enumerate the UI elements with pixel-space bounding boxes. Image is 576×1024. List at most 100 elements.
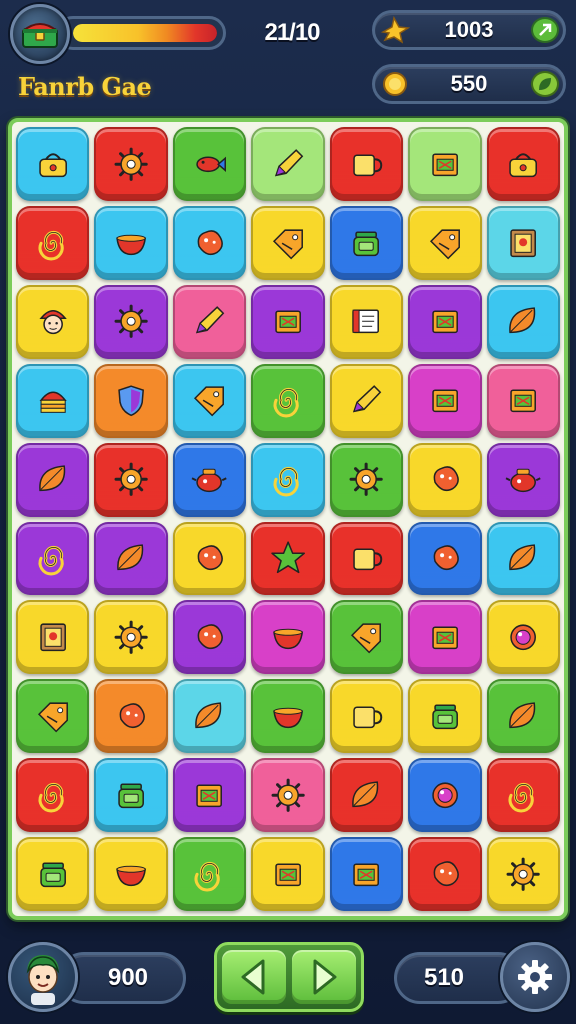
tile-mug[interactable] <box>329 679 404 754</box>
tile-box[interactable] <box>486 363 560 438</box>
tile-tag[interactable] <box>408 205 482 280</box>
tile-bowl[interactable] <box>94 205 168 280</box>
tile-bowl[interactable] <box>94 837 168 911</box>
bowl-icon <box>273 628 303 650</box>
tile-leaf[interactable] <box>486 284 560 359</box>
tile-gear[interactable] <box>251 758 325 833</box>
tile-face[interactable] <box>16 284 90 359</box>
tile-gear[interactable] <box>94 127 168 201</box>
tile-leaf[interactable] <box>94 521 168 596</box>
blob-icon <box>119 703 145 729</box>
tile-blob[interactable] <box>172 205 247 280</box>
tile-blob[interactable] <box>408 442 482 517</box>
tile-frame[interactable] <box>16 600 90 675</box>
tile-swirl[interactable] <box>16 758 90 833</box>
tile-box[interactable] <box>408 127 482 201</box>
tile-gear[interactable] <box>94 600 168 675</box>
tile-leaf[interactable] <box>16 442 90 517</box>
tile-box[interactable] <box>172 758 247 833</box>
tile-jar[interactable] <box>16 837 90 911</box>
blob-icon <box>198 624 224 650</box>
score-pill: 1003 <box>372 10 566 50</box>
swirl-icon <box>273 388 299 418</box>
tile-swirl[interactable] <box>172 837 247 911</box>
tile-cake[interactable] <box>16 363 90 438</box>
tile-leaf[interactable] <box>486 679 560 754</box>
tile-bag[interactable] <box>486 127 560 201</box>
tile-blob[interactable] <box>408 837 482 911</box>
nav-arrows <box>214 942 364 1012</box>
tile-swirl[interactable] <box>16 205 90 280</box>
tile-gear[interactable] <box>94 442 168 517</box>
leaf-icon <box>509 702 536 729</box>
swirl-icon <box>508 782 534 813</box>
tile-gear[interactable] <box>486 837 560 911</box>
gear-icon <box>518 960 552 994</box>
tile-leaf[interactable] <box>486 521 560 596</box>
tile-box[interactable] <box>408 284 482 359</box>
tile-swirl[interactable] <box>486 758 560 833</box>
tile-blob[interactable] <box>408 521 482 596</box>
tile-jar[interactable] <box>408 679 482 754</box>
tile-bag[interactable] <box>16 127 90 201</box>
leaf-icon <box>117 544 144 571</box>
tile-tag[interactable] <box>251 205 325 280</box>
tile-pencil[interactable] <box>251 127 325 201</box>
tile-blob[interactable] <box>172 600 247 675</box>
tile-swirl[interactable] <box>251 363 325 438</box>
box-icon <box>432 626 458 650</box>
tile-star[interactable] <box>251 521 325 596</box>
tile-bowl[interactable] <box>251 600 325 675</box>
tile-jar[interactable] <box>94 758 168 833</box>
tile-bowl[interactable] <box>251 679 325 754</box>
tile-jar[interactable] <box>329 205 404 280</box>
tile-pot[interactable] <box>172 442 247 517</box>
tile-tag[interactable] <box>172 363 247 438</box>
prev-button[interactable] <box>222 950 286 1004</box>
tile-ring[interactable] <box>486 600 560 675</box>
tile-book[interactable] <box>329 284 404 359</box>
tile-mug[interactable] <box>329 127 404 201</box>
pencil-icon <box>274 148 304 177</box>
tile-gear[interactable] <box>94 284 168 359</box>
tile-pencil[interactable] <box>172 284 247 359</box>
player-avatar[interactable] <box>8 942 78 1012</box>
box-icon <box>432 310 458 334</box>
tile-swirl[interactable] <box>251 442 325 517</box>
bag-icon <box>38 152 67 177</box>
box-icon <box>510 389 537 413</box>
arrow-icon[interactable] <box>531 17 559 43</box>
tile-pot[interactable] <box>486 442 560 517</box>
tile-box[interactable] <box>408 600 482 675</box>
tile-frame[interactable] <box>486 205 560 280</box>
tile-pencil[interactable] <box>329 363 404 438</box>
tile-blob[interactable] <box>94 679 168 754</box>
tile-tag[interactable] <box>16 679 90 754</box>
tile-shield[interactable] <box>94 363 168 438</box>
book-icon <box>352 309 380 334</box>
gear-icon <box>349 462 384 497</box>
tile-box[interactable] <box>251 284 325 359</box>
moves-counter: 21/10 <box>264 19 320 46</box>
tile-fish[interactable] <box>172 127 247 201</box>
tile-swirl[interactable] <box>16 521 90 596</box>
settings-button[interactable] <box>500 942 570 1012</box>
next-button[interactable] <box>292 950 356 1004</box>
bag-icon <box>509 152 538 177</box>
leaf-icon <box>352 781 379 807</box>
tile-leaf[interactable] <box>172 679 247 754</box>
tile-box[interactable] <box>329 837 404 911</box>
gear-icon <box>114 305 148 339</box>
tile-box[interactable] <box>408 363 482 438</box>
tile-leaf[interactable] <box>329 758 404 833</box>
leaf-badge-icon[interactable] <box>531 71 559 97</box>
tile-gear[interactable] <box>329 442 404 517</box>
gear-icon <box>114 620 148 654</box>
tile-mug[interactable] <box>329 521 404 596</box>
tile-blob[interactable] <box>172 521 247 596</box>
swirl-icon <box>38 230 64 261</box>
tile-tag[interactable] <box>329 600 404 675</box>
treasure-chest-icon[interactable] <box>10 4 70 64</box>
tile-ring[interactable] <box>408 758 482 833</box>
tile-box[interactable] <box>251 837 325 911</box>
